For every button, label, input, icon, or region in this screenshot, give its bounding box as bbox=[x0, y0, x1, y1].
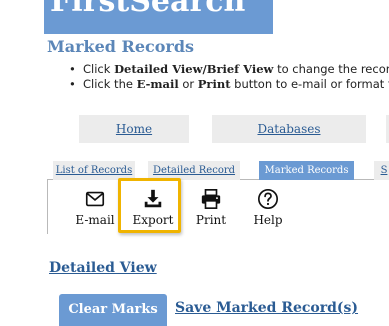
help-button[interactable]: Help bbox=[245, 188, 291, 228]
print-button[interactable]: Print bbox=[188, 188, 234, 228]
page-title: Marked Records bbox=[47, 37, 195, 56]
email-button[interactable]: E-mail bbox=[72, 188, 118, 228]
tab-marked-records[interactable]: Marked Records bbox=[259, 161, 354, 180]
detailed-view-link[interactable]: Detailed View bbox=[49, 260, 157, 276]
tab-partial[interactable]: S bbox=[374, 161, 389, 180]
nav-tab-databases[interactable]: Databases bbox=[212, 115, 366, 143]
partial-tab-link[interactable]: S bbox=[381, 165, 388, 176]
databases-link[interactable]: Databases bbox=[257, 122, 320, 136]
help-button-label: Help bbox=[253, 213, 283, 227]
instruction-item: Click the E-mail or Print button to e-ma… bbox=[67, 77, 389, 92]
export-highlight-box bbox=[118, 178, 181, 233]
email-button-label: E-mail bbox=[75, 213, 115, 227]
brand-banner: FirstSearch bbox=[44, 0, 273, 34]
clear-marks-button[interactable]: Clear Marks bbox=[59, 294, 167, 326]
instructions-list: Click Detailed View/Brief View to change… bbox=[67, 62, 389, 92]
printer-icon bbox=[201, 189, 221, 209]
envelope-icon bbox=[85, 191, 105, 207]
print-button-label: Print bbox=[195, 213, 227, 227]
detailed-record-link[interactable]: Detailed Record bbox=[153, 165, 235, 176]
save-marked-records-link[interactable]: Save Marked Record(s) bbox=[175, 300, 358, 316]
nav-tab-home[interactable]: Home bbox=[79, 115, 189, 143]
help-icon bbox=[258, 189, 278, 209]
home-link[interactable]: Home bbox=[116, 122, 152, 136]
instruction-item: Click Detailed View/Brief View to change… bbox=[67, 62, 389, 77]
marked-records-label: Marked Records bbox=[264, 165, 349, 176]
brand-logo-text: FirstSearch bbox=[50, 0, 246, 19]
toolbar-divider bbox=[47, 180, 48, 234]
list-of-records-link[interactable]: List of Records bbox=[56, 165, 132, 176]
